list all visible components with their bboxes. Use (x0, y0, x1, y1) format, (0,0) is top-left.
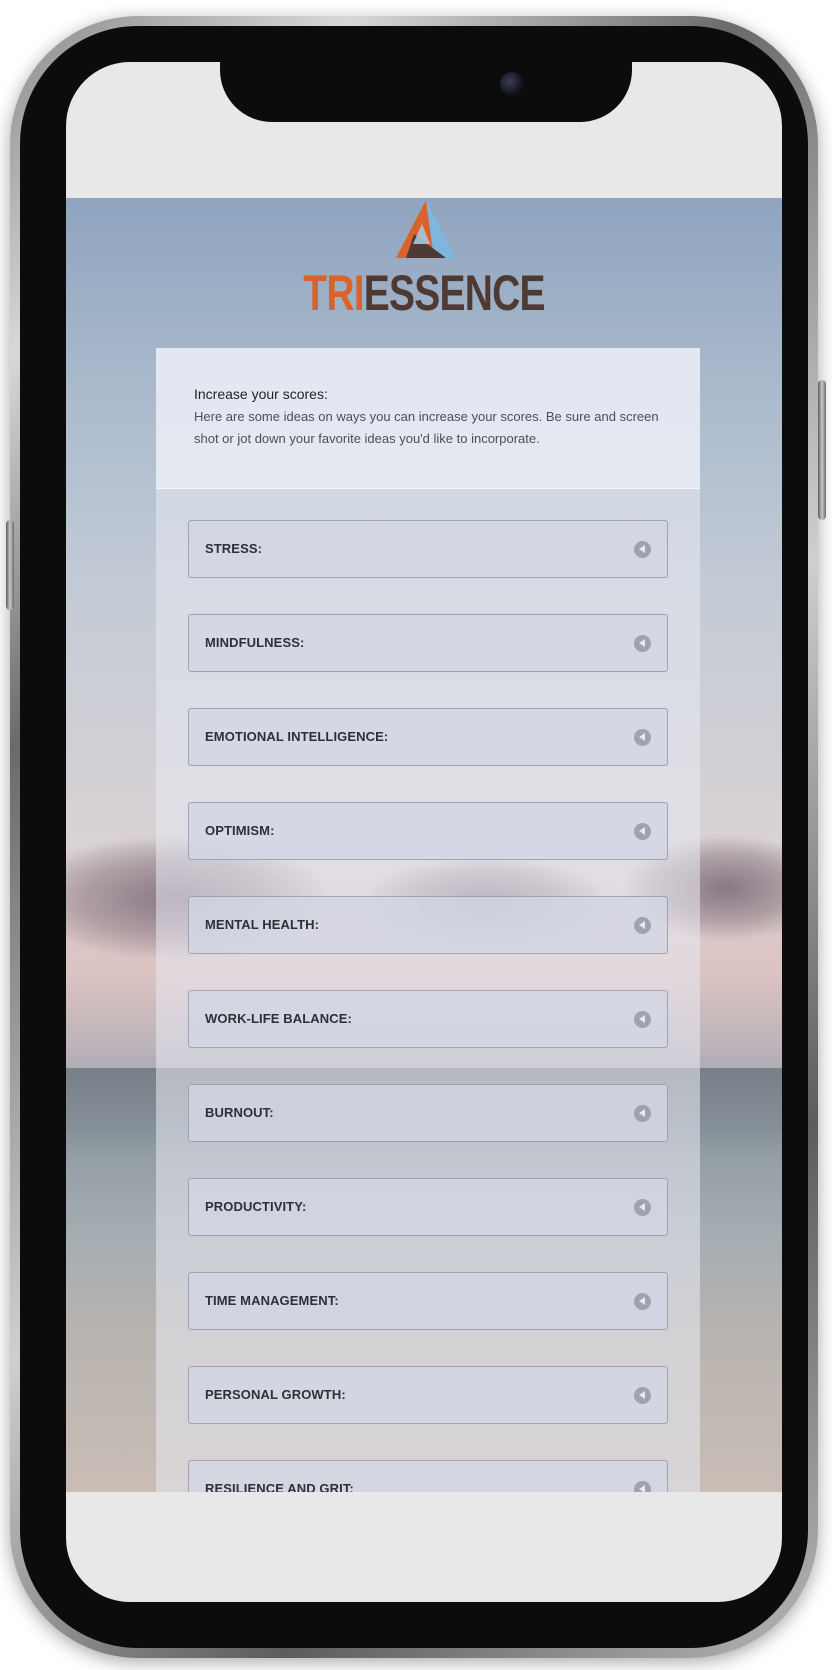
chevron-left-icon[interactable] (634, 1481, 651, 1492)
accordion-item-label: STRESS: (205, 541, 263, 556)
accordion-item-emotional-intelligence[interactable]: EMOTIONAL INTELLIGENCE: (188, 708, 668, 766)
site-header: TRIESSENCE (66, 198, 782, 350)
chevron-left-icon[interactable] (634, 635, 651, 652)
accordion-item-label: OPTIMISM: (205, 823, 275, 838)
accordion-item-label: WORK-LIFE BALANCE: (205, 1011, 352, 1026)
accordion-item-label: MINDFULNESS: (205, 635, 305, 650)
accordion-item-label: RESILIENCE AND GRIT: (205, 1481, 354, 1492)
chevron-left-icon[interactable] (634, 823, 651, 840)
accordion-item-productivity[interactable]: PRODUCTIVITY: (188, 1178, 668, 1236)
triangle-logo-icon (396, 200, 456, 258)
accordion-item-resilience-and-grit[interactable]: RESILIENCE AND GRIT: (188, 1460, 668, 1492)
accordion-item-label: EMOTIONAL INTELLIGENCE: (205, 729, 389, 744)
chevron-left-icon[interactable] (634, 541, 651, 558)
accordion-item-label: PERSONAL GROWTH: (205, 1387, 346, 1402)
accordion-item-mental-health[interactable]: MENTAL HEALTH: (188, 896, 668, 954)
accordion-item-label: BURNOUT: (205, 1105, 274, 1120)
brand-name-part1: TRI (303, 265, 364, 321)
chevron-left-icon[interactable] (634, 1011, 651, 1028)
intro-section: Increase your scores: Here are some idea… (156, 348, 700, 489)
accordion-item-label: MENTAL HEALTH: (205, 917, 320, 932)
chevron-left-icon[interactable] (634, 729, 651, 746)
brand-logo-text[interactable]: TRIESSENCE (145, 266, 703, 320)
side-button (6, 520, 14, 610)
chevron-left-icon[interactable] (634, 917, 651, 934)
accordion-item-stress[interactable]: STRESS: (188, 520, 668, 578)
mockup-stage: TRIESSENCE Increase your scores: Here ar… (0, 0, 832, 1670)
accordion: STRESS: MINDFULNESS: EMOTIONAL INTELLIGE… (188, 520, 670, 1492)
chevron-left-icon[interactable] (634, 1105, 651, 1122)
content-panel: Increase your scores: Here are some idea… (156, 348, 700, 1492)
brand-name-part2: ESSENCE (363, 265, 546, 321)
chevron-left-icon[interactable] (634, 1293, 651, 1310)
accordion-item-mindfulness[interactable]: MINDFULNESS: (188, 614, 668, 672)
accordion-item-work-life-balance[interactable]: WORK-LIFE BALANCE: (188, 990, 668, 1048)
phone-notch (220, 30, 632, 122)
web-view[interactable]: TRIESSENCE Increase your scores: Here ar… (66, 198, 782, 1492)
chevron-left-icon[interactable] (634, 1387, 651, 1404)
front-camera (500, 72, 524, 96)
accordion-item-label: PRODUCTIVITY: (205, 1199, 307, 1214)
accordion-item-personal-growth[interactable]: PERSONAL GROWTH: (188, 1366, 668, 1424)
chevron-left-icon[interactable] (634, 1199, 651, 1216)
accordion-item-label: TIME MANAGEMENT: (205, 1293, 339, 1308)
accordion-item-time-management[interactable]: TIME MANAGEMENT: (188, 1272, 668, 1330)
side-button (818, 380, 826, 520)
accordion-item-optimism[interactable]: OPTIMISM: (188, 802, 668, 860)
intro-text: Here are some ideas on ways you can incr… (194, 409, 659, 446)
accordion-item-burnout[interactable]: BURNOUT: (188, 1084, 668, 1142)
intro-title: Increase your scores: (194, 386, 328, 402)
